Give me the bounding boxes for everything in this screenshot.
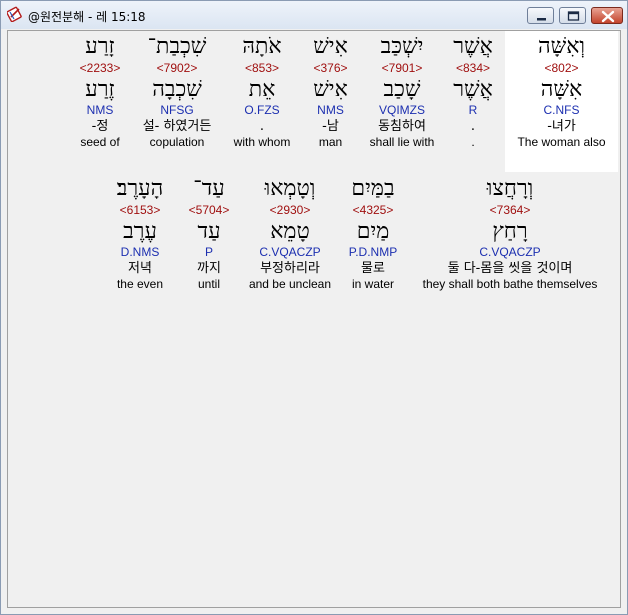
korean-gloss: 물로 (361, 261, 385, 276)
lemma-word: אִישׁ (313, 77, 348, 102)
hebrew-word: בַמַּיִם (351, 176, 395, 201)
korean-gloss: 둘 다-몸을 씻을 것이며 (447, 261, 573, 276)
word-block[interactable]: הָעָרֶב׃ <6153> עֶרֶב D.NMS 저녁 the even (105, 176, 175, 292)
word-block[interactable]: אֲשֶׁר <834> אֲשֶׁר R . . (441, 34, 505, 150)
parsing-code: NMS (86, 103, 114, 117)
english-gloss: shall lie with (369, 135, 435, 149)
word-block[interactable]: שִׁכְבַת־ <7902> שִׁכְבָה NFSG 설- 하였거든 c… (137, 34, 217, 150)
hebrew-word: עַד־ (193, 176, 225, 201)
verse-analysis-pane[interactable]: וְאִשָּׁה <802> אִשָּׁה C.NFS -녀가 The wo… (7, 30, 621, 608)
lemma-word: שָׁכַב (383, 77, 421, 102)
english-gloss: with whom (233, 135, 291, 149)
english-gloss: copulation (149, 135, 205, 149)
close-button[interactable] (591, 7, 623, 24)
english-gloss: and be unclean (248, 277, 332, 291)
strong-number[interactable]: <7364> (410, 203, 610, 217)
minimize-icon (537, 18, 546, 21)
strong-number[interactable]: <834> (441, 61, 505, 75)
hebrew-word: זָרַע (85, 34, 115, 59)
english-gloss: they shall both bathe themselves (422, 277, 598, 291)
lemma-word: טָמֵא (270, 219, 310, 244)
word-block[interactable]: עַד־ <5704> עַד P 까지 until (185, 176, 233, 292)
word-block[interactable]: וְרָחֲצוּ <7364> רָחַץ C.VQACZP 둘 다-몸을 씻… (410, 176, 610, 292)
maximize-icon (567, 11, 580, 21)
parsing-code: VQIMZS (378, 103, 425, 117)
lemma-word: עֶרֶב (123, 219, 157, 244)
parsing-code: NFSG (160, 103, 194, 117)
parsing-code: C.VQACZP (479, 245, 541, 259)
parsing-code: R (468, 103, 478, 117)
english-gloss: The woman also (517, 135, 606, 149)
korean-gloss: 설- 하였거든 (142, 119, 212, 134)
korean-gloss: . (470, 119, 476, 134)
lemma-word: רָחַץ (492, 219, 528, 244)
strong-number[interactable]: <802> (505, 61, 618, 75)
lemma-word: שִׁכְבָה (152, 77, 202, 102)
english-gloss: . (471, 135, 475, 149)
korean-gloss: 까지 (197, 261, 221, 276)
close-icon (601, 10, 615, 23)
word-block[interactable]: זָרַע <2233> זֶרַע NMS -정 seed of (70, 34, 130, 150)
hebrew-word: וְאִשָּׁה (537, 34, 586, 59)
hebrew-word: וְטָמְאוּ (264, 176, 316, 201)
minimize-button[interactable] (527, 7, 554, 24)
window-title: @원전분해 - 레 15:18 (28, 10, 146, 24)
english-gloss: in water (351, 277, 395, 291)
word-block[interactable]: וְאִשָּׁה <802> אִשָּׁה C.NFS -녀가 The wo… (505, 34, 618, 150)
lemma-word: אֵת (248, 77, 276, 102)
korean-gloss: -정 (91, 119, 109, 134)
strong-number[interactable]: <2930> (244, 203, 336, 217)
maximize-button[interactable] (559, 7, 586, 24)
strong-number[interactable]: <6153> (105, 203, 175, 217)
parsing-code: O.FZS (244, 103, 280, 117)
strong-number[interactable]: <853> (225, 61, 299, 75)
strong-number[interactable]: <7902> (137, 61, 217, 75)
lemma-word: עַד (197, 219, 221, 244)
english-gloss: the even (116, 277, 164, 291)
hebrew-word: הָעָרֶב׃ (116, 176, 164, 201)
strong-number[interactable]: <5704> (185, 203, 233, 217)
parsing-code: D.NMS (120, 245, 160, 259)
english-gloss: seed of (80, 135, 120, 149)
parsing-code: C.NFS (543, 103, 580, 117)
word-block[interactable]: וְטָמְאוּ <2930> טָמֵא C.VQACZP 부정하리라 an… (244, 176, 336, 292)
korean-gloss: . (259, 119, 265, 134)
app-window: @원전분해 - 레 15:18 וְאִשָּׁה <802> אִשָּׁה … (0, 0, 628, 615)
hebrew-word: אֲשֶׁר (453, 34, 493, 59)
korean-gloss: -남 (322, 119, 339, 134)
korean-gloss: -녀가 (547, 119, 576, 134)
strong-number[interactable]: <7901> (362, 61, 442, 75)
lemma-word: זֶרַע (85, 77, 115, 102)
hebrew-word: וְרָחֲצוּ (486, 176, 534, 201)
lemma-word: אִשָּׁה (540, 77, 583, 102)
korean-gloss: 동침하여 (378, 119, 426, 134)
strong-number[interactable]: <376> (303, 61, 358, 75)
word-block[interactable]: בַמַּיִם <4325> מַיִם P.D.NMP 물로 in wate… (341, 176, 405, 292)
parsing-code: C.VQACZP (259, 245, 321, 259)
english-gloss: man (318, 135, 343, 149)
strong-number[interactable]: <4325> (341, 203, 405, 217)
korean-gloss: 저녁 (128, 261, 152, 276)
parsing-code: NMS (317, 103, 344, 117)
lemma-word: מַיִם (356, 219, 390, 244)
lemma-word: אֲשֶׁר (453, 77, 493, 102)
parsing-code: P.D.NMP (348, 245, 398, 259)
bible-book-icon (6, 6, 23, 23)
word-block[interactable]: אֹתָהּ <853> אֵת O.FZS . with whom (225, 34, 299, 150)
hebrew-word: יִשְׁכַּב (380, 34, 424, 59)
hebrew-word: אֹתָהּ (242, 34, 282, 59)
hebrew-word: שִׁכְבַת־ (147, 34, 207, 59)
title-bar[interactable]: @원전분해 - 레 15:18 (1, 1, 627, 29)
word-block[interactable]: אִישׁ <376> אִישׁ NMS -남 man (303, 34, 358, 150)
english-gloss: until (197, 277, 220, 291)
korean-gloss: 부정하리라 (260, 261, 320, 276)
word-block[interactable]: יִשְׁכַּב <7901> שָׁכַב VQIMZS 동침하여 shal… (362, 34, 442, 150)
hebrew-word: אִישׁ (313, 34, 348, 59)
strong-number[interactable]: <2233> (70, 61, 130, 75)
parsing-code: P (204, 245, 213, 259)
